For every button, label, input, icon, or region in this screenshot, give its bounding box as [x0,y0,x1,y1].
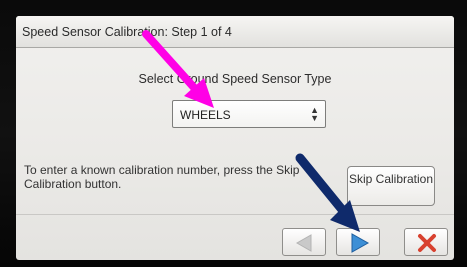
x-icon [418,234,436,252]
next-button[interactable] [336,228,380,256]
page-title: Speed Sensor Calibration: Step 1 of 4 [22,25,232,39]
display-screen: Speed Sensor Calibration: Step 1 of 4 Se… [16,16,454,260]
divider [16,214,454,215]
previous-button[interactable] [282,228,326,256]
triangle-right-icon [351,233,370,253]
title-bar: Speed Sensor Calibration: Step 1 of 4 [16,16,454,48]
cancel-button[interactable] [404,228,448,256]
updown-arrows-icon: ▲ ▼ [310,105,319,123]
sensor-type-prompt: Select Ground Speed Sensor Type [138,72,332,86]
triangle-left-icon [295,234,312,252]
sensor-type-select[interactable]: WHEELS ▲ ▼ [172,100,326,128]
sensor-type-select-value: WHEELS [180,108,231,122]
skip-calibration-info: To enter a known calibration number, pre… [24,163,300,191]
skip-calibration-button[interactable]: Skip Calibration [347,166,435,206]
